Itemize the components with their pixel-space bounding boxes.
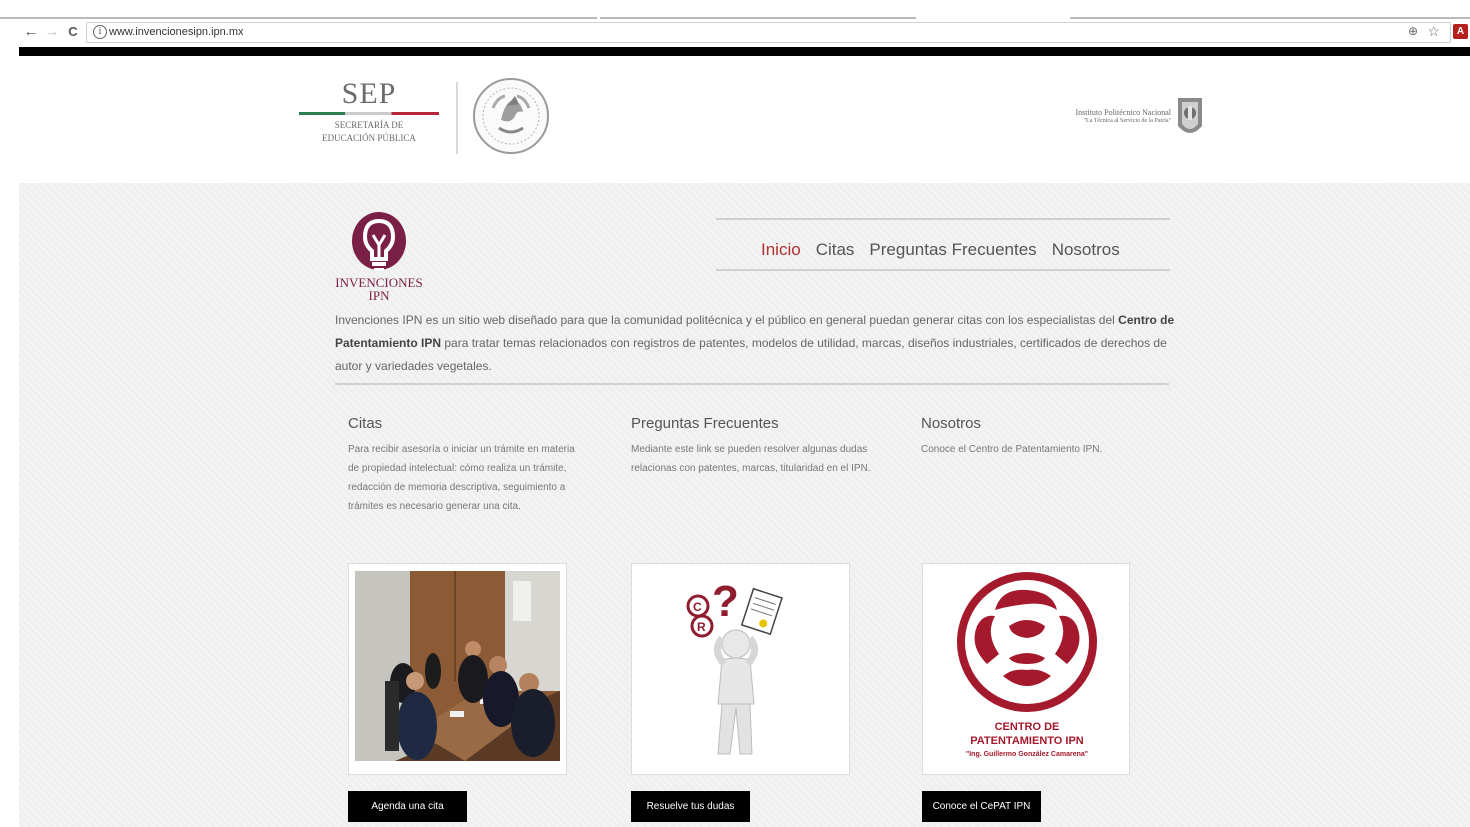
sep-subtitle-line1: SECRETARÍA DE	[334, 120, 404, 130]
section-preguntas: Preguntas Frecuentes Mediante este link …	[631, 415, 871, 478]
ipn-motto: "La Técnica al Servicio de la Patria"	[1083, 118, 1171, 124]
top-black-bar	[19, 47, 1470, 56]
section-preguntas-title: Preguntas Frecuentes	[631, 415, 779, 432]
tab-divider	[600, 17, 916, 19]
meeting-photo	[355, 571, 560, 761]
header-divider	[456, 82, 458, 154]
tab-divider	[0, 17, 597, 19]
cepat-line1: CENTRO DE	[995, 721, 1060, 733]
tab-divider	[1070, 17, 1470, 19]
ipn-text: Instituto Politécnico Nacional "La Técni…	[1039, 108, 1171, 126]
sep-title: SEP	[341, 77, 397, 110]
browser-tab-strip	[0, 0, 1470, 20]
sep-logo[interactable]: SEP SECRETARÍA DE EDUCACIÓN PÚBLICA	[299, 78, 439, 158]
svg-text:C: C	[693, 600, 702, 614]
intro-text-part2: para tratar temas relacionados con regis…	[335, 336, 1167, 373]
section-nosotros-text: Conoce el Centro de Patentamiento IPN.	[921, 444, 1103, 455]
sep-subtitle-line2: EDUCACIÓN PÚBLICA	[322, 133, 416, 143]
nav-item-citas[interactable]: Citas	[816, 240, 855, 260]
nav-rule-top	[716, 218, 1170, 220]
citas-image-card[interactable]	[348, 563, 567, 775]
main-navigation: Inicio Citas Preguntas Frecuentes Nosotr…	[761, 240, 1120, 260]
address-bar[interactable]: i www.invencionesipn.ipn.mx ⊕ ☆	[86, 22, 1451, 43]
section-citas-text: Para recibir asesoría o iniciar un trámi…	[348, 444, 575, 512]
info-icon[interactable]: i	[93, 25, 107, 39]
section-preguntas-text: Mediante este link se pueden resolver al…	[631, 444, 871, 474]
nav-item-inicio[interactable]: Inicio	[761, 240, 801, 260]
reload-icon[interactable]: C	[64, 23, 82, 41]
invenciones-ipn-logo[interactable]: INVENCIONES IPN	[333, 211, 425, 306]
nosotros-image-card[interactable]: CENTRO DE PATENTAMIENTO IPN "Ing. Guille…	[922, 563, 1130, 775]
nav-item-preguntas-frecuentes[interactable]: Preguntas Frecuentes	[869, 240, 1036, 260]
logo-line1: INVENCIONES	[335, 275, 423, 290]
nav-item-nosotros[interactable]: Nosotros	[1052, 240, 1120, 260]
section-citas-title: Citas	[348, 415, 383, 432]
logo-line2: IPN	[368, 288, 390, 303]
lightbulb-icon	[352, 212, 406, 271]
nav-rule-bottom	[716, 269, 1170, 271]
intro-rule	[335, 383, 1169, 385]
back-icon[interactable]: ←	[22, 23, 40, 41]
cepat-logo: CENTRO DE PATENTAMIENTO IPN "Ing. Guille…	[957, 572, 1097, 758]
pdf-extension-icon[interactable]: A	[1453, 24, 1468, 39]
section-citas: Citas Para recibir asesoría o iniciar un…	[348, 415, 580, 516]
url-text[interactable]: www.invencionesipn.ipn.mx	[109, 26, 244, 38]
forward-icon[interactable]: →	[43, 23, 61, 41]
section-nosotros: Nosotros Conoce el Centro de Patentamien…	[921, 415, 1161, 459]
section-nosotros-title: Nosotros	[921, 415, 982, 432]
svg-text:?: ?	[712, 577, 739, 626]
sep-color-rule	[299, 112, 439, 115]
cepat-line3: "Ing. Guillermo González Camarena"	[966, 751, 1088, 758]
mexico-coat-of-arms-icon	[473, 78, 549, 154]
question-figure-icon: ? C R	[686, 577, 783, 755]
conoce-cepat-button[interactable]: Conoce el CePAT IPN	[922, 791, 1041, 822]
main-content: INVENCIONES IPN Inicio Citas Preguntas F…	[19, 183, 1470, 827]
preguntas-image-card[interactable]: ? C R	[631, 563, 850, 775]
intro-text-part1: Invenciones IPN es un sitio web diseñado…	[335, 313, 1119, 327]
cepat-line2: PATENTAMIENTO IPN	[970, 735, 1084, 747]
bookmark-star-icon[interactable]: ☆	[1427, 23, 1440, 40]
site-header: SEP SECRETARÍA DE EDUCACIÓN PÚBLICA Inst…	[19, 56, 1470, 183]
svg-text:R: R	[697, 620, 706, 634]
browser-toolbar: ← → C i www.invencionesipn.ipn.mx ⊕ ☆ A	[0, 20, 1470, 45]
intro-paragraph: Invenciones IPN es un sitio web diseñado…	[335, 309, 1175, 378]
ipn-name: Instituto Politécnico Nacional	[1075, 108, 1171, 117]
ipn-shield-icon	[1178, 98, 1202, 133]
ipn-logo[interactable]: Instituto Politécnico Nacional "La Técni…	[1039, 94, 1209, 144]
resuelve-dudas-button[interactable]: Resuelve tus dudas	[631, 791, 750, 822]
agenda-cita-button[interactable]: Agenda una cita	[348, 791, 467, 822]
zoom-icon[interactable]: ⊕	[1408, 24, 1418, 38]
